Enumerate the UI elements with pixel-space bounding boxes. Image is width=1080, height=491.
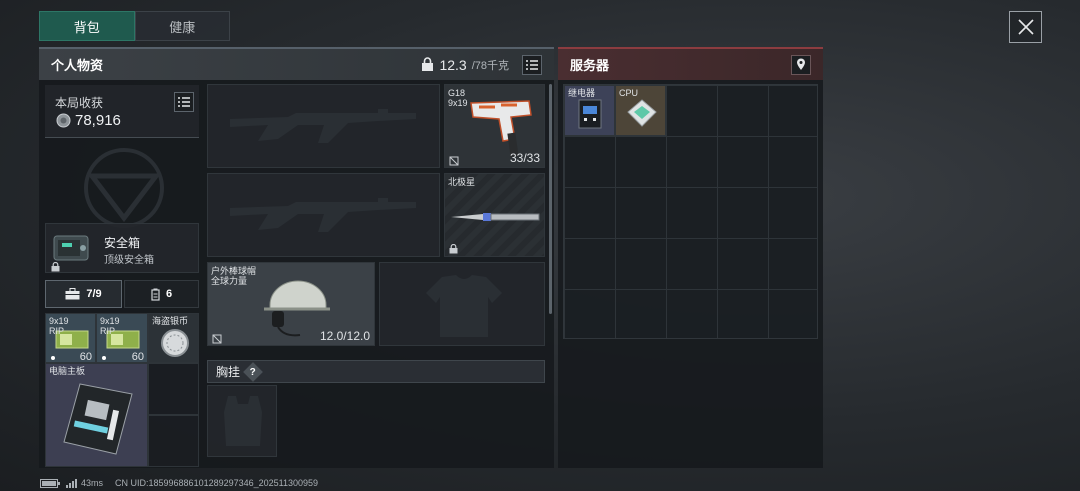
inventory-header: 个人物资 12.3 /78千克	[39, 47, 554, 80]
earnings-menu-button[interactable]	[174, 92, 194, 112]
pocket-item-ammo-2[interactable]: 9x19 RIP 60	[96, 313, 148, 363]
vest-silhouette-icon	[224, 396, 262, 446]
melee-slot[interactable]: 北极星	[444, 173, 545, 257]
item-count: 60	[131, 351, 144, 363]
location-button[interactable]	[791, 54, 811, 75]
earnings-value: 78,916	[75, 112, 121, 129]
item-dot-icon	[102, 356, 106, 360]
item-count: 60	[79, 351, 92, 363]
inventory-menu-button[interactable]	[522, 54, 542, 75]
sidearm-slot[interactable]: G18 9x19 33/33	[444, 84, 545, 168]
safe-box-name: 安全箱	[104, 236, 141, 250]
pocket-grid: 9x19 RIP 60 9x19 RIP 60 海盗银币 电脑主板	[45, 313, 199, 467]
battery-icon	[40, 478, 60, 488]
item-name: 9x19	[100, 316, 120, 326]
weapon-ammo-type: 9x19	[448, 98, 468, 108]
server-title: 服务器	[570, 58, 610, 73]
lock-icon	[51, 262, 60, 272]
pocket-item-coin[interactable]: 海盗银币	[148, 313, 199, 363]
armor-silhouette-icon	[426, 275, 502, 337]
bag-count: 7/9	[86, 288, 102, 300]
pocket-tab-vest[interactable]: 6	[124, 280, 199, 308]
server-item-cpu[interactable]: CPU	[615, 85, 666, 136]
coin-icon	[56, 113, 71, 128]
status-bar: 43ms CN UID:185996886101289297346_202511…	[40, 478, 318, 488]
pocket-item-motherboard[interactable]: 电脑主板	[45, 363, 148, 467]
weight-display: 12.3 /78千克	[421, 54, 542, 75]
chest-rig-label: 胸挂	[216, 365, 241, 379]
tab-backpack[interactable]: 背包	[39, 11, 135, 41]
top-tabs: 背包 健康	[39, 11, 230, 41]
chest-rig-header: 胸挂 ?	[207, 360, 545, 383]
location-pin-icon	[797, 58, 805, 70]
cpu-icon	[627, 99, 657, 127]
inventory-scrollbar[interactable]	[549, 84, 552, 314]
magazine-icon	[151, 288, 160, 301]
item-name: 9x19	[49, 316, 69, 326]
helmet-slot[interactable]: 户外棒球帽 全球力量 12.0/12.0	[207, 262, 375, 346]
inventory-title: 个人物资	[51, 58, 104, 73]
item-sub: RIP	[100, 326, 116, 336]
item-sub: RIP	[49, 326, 65, 336]
close-button[interactable]	[1009, 11, 1042, 43]
item-name: CPU	[619, 88, 639, 98]
weapon-name: 北极星	[448, 177, 476, 187]
server-item-relay[interactable]: 继电器	[564, 85, 615, 136]
helmet-name: 户外棒球帽	[211, 266, 257, 276]
pocket-tab-bag[interactable]: 7/9	[45, 280, 122, 308]
rifle-silhouette-icon	[230, 198, 416, 232]
briefcase-icon	[65, 288, 80, 300]
vest-count: 6	[165, 288, 173, 300]
weight-current: 12.3	[439, 56, 467, 73]
pocket-item-ammo-1[interactable]: 9x19 RIP 60	[45, 313, 96, 363]
tab-health[interactable]: 健康	[134, 11, 230, 41]
server-grid: 继电器 CPU	[563, 84, 818, 339]
helmet-sub: 全球力量	[211, 276, 248, 286]
no-insure-icon	[212, 334, 222, 344]
chest-rig-slot[interactable]	[207, 385, 277, 457]
weapon-name: G18	[448, 88, 466, 98]
help-button[interactable]: ?	[243, 361, 263, 382]
item-name: 海盗银币	[152, 316, 189, 326]
list-icon	[526, 59, 538, 70]
knife-icon	[451, 213, 540, 221]
weight-max: /78千克	[471, 59, 509, 72]
item-name: 电脑主板	[49, 366, 86, 376]
safe-box-icon	[53, 235, 89, 261]
ping-value: 43ms	[81, 478, 104, 488]
rifle-silhouette-icon	[230, 109, 416, 143]
close-icon	[1017, 19, 1034, 35]
safe-box-slot[interactable]: 安全箱 顶级安全箱	[45, 223, 199, 273]
item-dot-icon	[51, 356, 55, 360]
signal-icon	[66, 478, 77, 488]
earnings-label: 本局收获	[55, 96, 104, 110]
pistol-icon	[470, 100, 532, 158]
motherboard-icon	[63, 383, 133, 455]
item-name: 继电器	[568, 88, 596, 98]
helmet-durability: 12.0/12.0	[319, 329, 370, 343]
earnings-box: 本局收获 78,916	[45, 85, 199, 138]
armor-slot[interactable]	[379, 262, 545, 346]
safe-box-grade: 顶级安全箱	[104, 255, 154, 266]
weapon-ammo: 33/33	[509, 151, 540, 165]
emblem-watermark-icon	[84, 148, 164, 228]
primary-weapon-slot-2[interactable]	[207, 173, 440, 257]
lock-icon	[449, 244, 458, 254]
list-icon	[178, 97, 190, 107]
uid-text: CN UID:185996886101289297346_20251130095…	[115, 478, 319, 488]
relay-icon	[578, 99, 602, 129]
silver-coin-icon	[161, 329, 189, 357]
no-insure-icon	[449, 156, 459, 166]
server-header: 服务器	[558, 47, 823, 80]
lock-icon	[422, 57, 434, 71]
help-icon: ?	[249, 365, 257, 377]
empty-cell[interactable]	[148, 415, 199, 467]
empty-cell[interactable]	[148, 363, 199, 415]
primary-weapon-slot-1[interactable]	[207, 84, 440, 168]
